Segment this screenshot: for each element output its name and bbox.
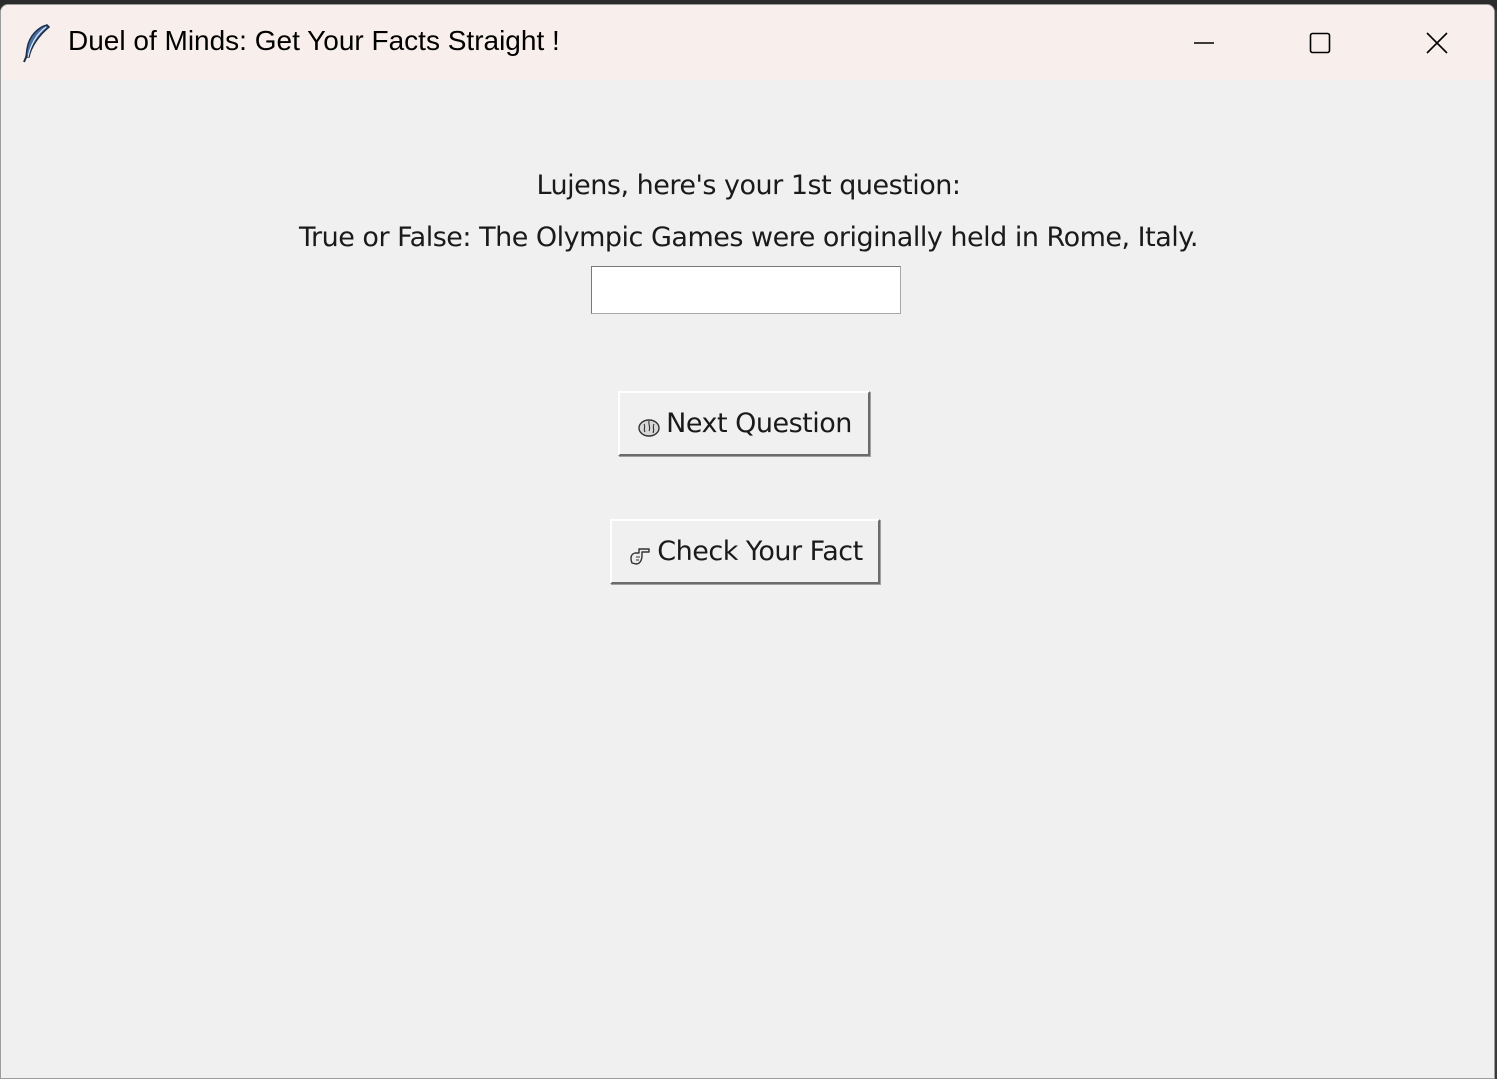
next-question-label: Next Question — [666, 408, 852, 439]
quiz-panel: Lujens, here's your 1st question: True o… — [1, 80, 1494, 1078]
maximize-button[interactable] — [1262, 5, 1377, 80]
title-bar[interactable]: Duel of Minds: Get Your Facts Straight ! — [1, 5, 1494, 80]
check-fact-button[interactable]: Check Your Fact — [610, 519, 880, 584]
close-icon — [1425, 31, 1448, 54]
window-title: Duel of Minds: Get Your Facts Straight ! — [68, 25, 560, 56]
greeting-label: Lujens, here's your 1st question: — [536, 170, 961, 201]
minimize-button[interactable] — [1146, 5, 1261, 80]
maximize-icon — [1309, 32, 1331, 54]
app-window: Duel of Minds: Get Your Facts Straight !… — [0, 4, 1495, 1079]
question-label: True or False: The Olympic Games were or… — [299, 222, 1199, 253]
check-fact-label: Check Your Fact — [657, 536, 863, 567]
close-button[interactable] — [1379, 5, 1494, 80]
answer-input[interactable] — [591, 266, 901, 314]
feather-icon — [19, 23, 53, 63]
pointing-hand-icon — [627, 543, 653, 569]
brain-icon — [636, 415, 662, 441]
minimize-icon — [1193, 32, 1215, 54]
next-question-button[interactable]: Next Question — [618, 391, 870, 456]
